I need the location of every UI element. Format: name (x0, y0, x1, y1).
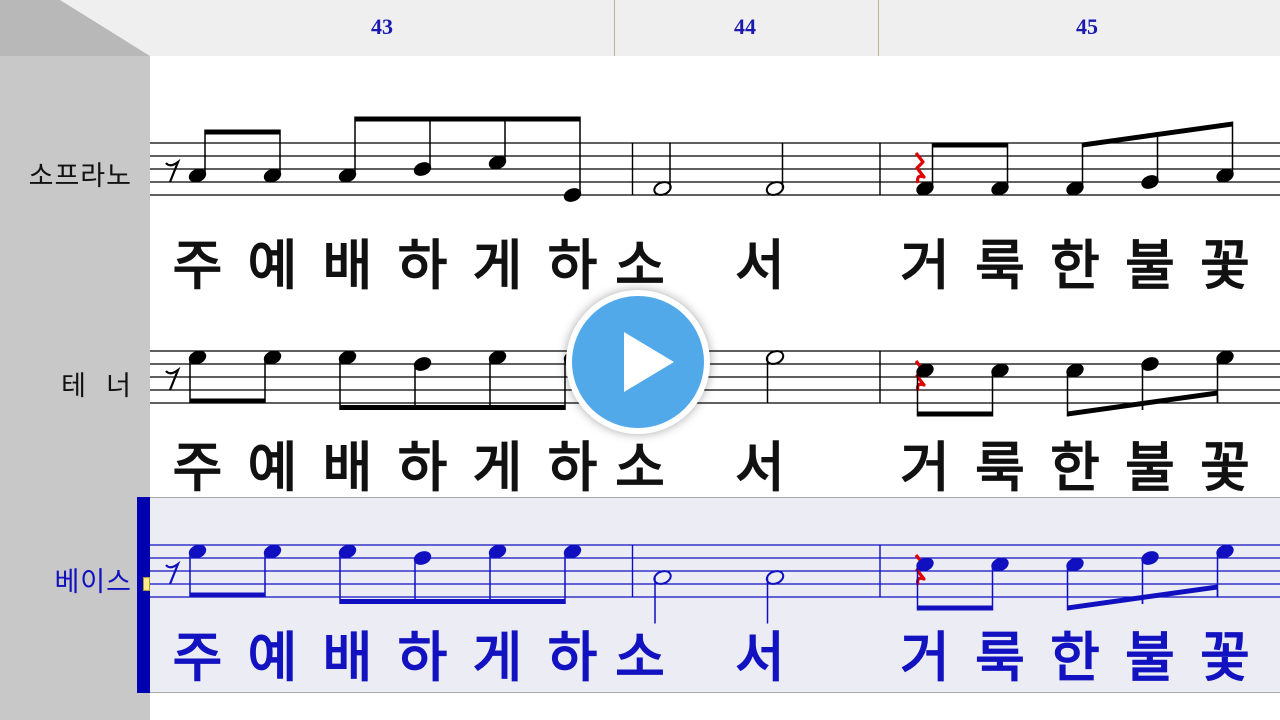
lyric-syllable[interactable]: 게 (458, 628, 538, 688)
lyric-syllable[interactable]: 룩 (960, 628, 1040, 688)
beam (340, 599, 565, 604)
lyric-syllable[interactable]: 한 (1035, 628, 1115, 688)
eighth-rest (165, 158, 181, 183)
lyric-syllable[interactable]: 주 (158, 236, 238, 296)
lyric-syllable[interactable]: 하 (383, 236, 463, 296)
beam (190, 398, 265, 404)
lyric-syllable[interactable]: 배 (308, 438, 388, 498)
lyric-syllable[interactable]: 룩 (960, 236, 1040, 296)
lyric-syllable[interactable]: 게 (458, 236, 538, 296)
lyric-syllable[interactable]: 꽃 (1185, 236, 1265, 296)
lyric-syllable[interactable]: 배 (308, 236, 388, 296)
lyric-syllable[interactable]: 꽃 (1185, 628, 1265, 688)
beam (932, 142, 1008, 148)
lyric-syllable[interactable]: 서 (720, 438, 800, 498)
lyric-syllable[interactable]: 예 (233, 438, 313, 498)
beam (205, 129, 280, 135)
lyric-syllable[interactable]: 한 (1035, 438, 1115, 498)
beam (190, 592, 265, 598)
lyric-syllable[interactable]: 한 (1035, 236, 1115, 296)
lyric-syllable[interactable]: 소 (600, 438, 680, 498)
score-editor: 43 44 45 소프라노 테 너 베이스 주예배하게하소서거룩한불꽃주예배하게… (0, 0, 1280, 720)
play-icon (624, 332, 674, 392)
beam (355, 116, 580, 122)
lyric-syllable[interactable]: 하 (383, 628, 463, 688)
lyric-syllable[interactable]: 불 (1110, 438, 1190, 498)
lyric-syllable[interactable]: 배 (308, 628, 388, 688)
lyric-syllable[interactable]: 불 (1110, 628, 1190, 688)
lyric-syllable[interactable]: 소 (600, 236, 680, 296)
lyric-syllable[interactable]: 소 (600, 628, 680, 688)
lyric-syllable[interactable]: 서 (720, 628, 800, 688)
lyric-syllable[interactable]: 룩 (960, 438, 1040, 498)
lyric-syllable[interactable]: 거 (885, 438, 965, 498)
lyric-syllable[interactable]: 하 (383, 438, 463, 498)
lyric-syllable[interactable]: 서 (720, 236, 800, 296)
beam (340, 405, 565, 410)
play-button[interactable] (566, 290, 710, 434)
lyric-syllable[interactable]: 예 (233, 236, 313, 296)
quarter-rest (914, 152, 926, 184)
lyric-syllable[interactable]: 게 (458, 438, 538, 498)
beam (917, 605, 993, 611)
lyric-syllable[interactable]: 꽃 (1185, 438, 1265, 498)
lyric-syllable[interactable]: 주 (158, 628, 238, 688)
lyric-syllable[interactable]: 예 (233, 628, 313, 688)
beam (917, 411, 993, 417)
lyric-syllable[interactable]: 거 (885, 628, 965, 688)
lyric-syllable[interactable]: 주 (158, 438, 238, 498)
eighth-rest (165, 560, 181, 585)
eighth-rest (165, 366, 181, 391)
lyric-syllable[interactable]: 거 (885, 236, 965, 296)
lyric-syllable[interactable]: 불 (1110, 236, 1190, 296)
